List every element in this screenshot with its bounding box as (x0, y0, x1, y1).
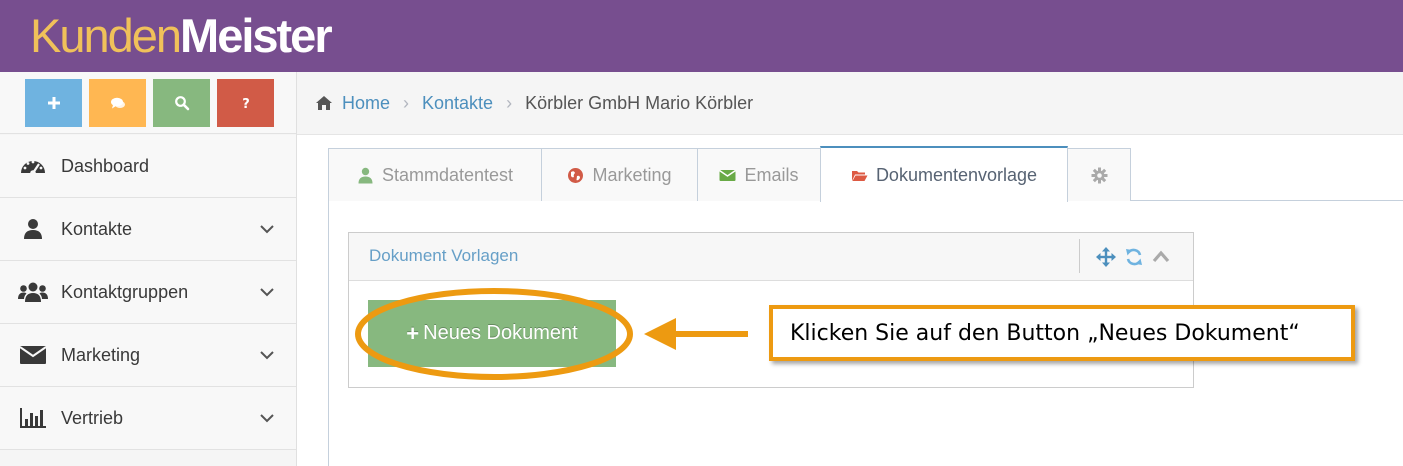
logo-part2: Meister (180, 9, 333, 62)
tab-label: Marketing (592, 164, 672, 185)
new-document-button[interactable]: + Neues Dokument (368, 300, 616, 367)
tab-emails[interactable]: Emails (697, 148, 821, 201)
user-icon (18, 217, 48, 241)
sidebar-item-vertrieb[interactable]: Vertrieb (0, 387, 296, 450)
gear-icon (1091, 167, 1107, 183)
tab-label: Emails (744, 164, 799, 185)
chevron-down-icon (260, 414, 274, 423)
sidebar-item-label: Kontaktgruppen (61, 281, 189, 302)
chevron-up-icon[interactable] (1151, 247, 1171, 267)
breadcrumb-contacts-link[interactable]: Kontakte (422, 93, 493, 114)
envelope-icon (719, 169, 737, 181)
tab-dokumentenvorlage[interactable]: Dokumentenvorlage (820, 146, 1068, 202)
widget-toolbar-divider (1079, 239, 1080, 273)
widget-title: Dokument Vorlagen (369, 246, 519, 265)
widget-header: Dokument Vorlagen (349, 233, 1193, 281)
breadcrumb-current: Körbler GmbH Mario Körbler (525, 92, 754, 113)
sidebar-item-kontakte[interactable]: Kontakte (0, 198, 296, 261)
tab-label: Dokumentenvorlage (875, 164, 1038, 185)
chevron-down-icon (260, 288, 274, 297)
shortcut-comments-button[interactable] (89, 79, 146, 127)
home-icon (316, 96, 332, 110)
sidebar-item-dashboard[interactable]: Dashboard (0, 135, 296, 198)
user-icon (358, 167, 373, 183)
shortcut-help-button[interactable]: ? (217, 79, 274, 127)
chevron-down-icon (260, 225, 274, 234)
search-icon (174, 96, 189, 111)
breadcrumb-separator: › (403, 92, 410, 113)
tab-marketing[interactable]: Marketing (541, 148, 698, 201)
breadcrumb: Home › Kontakte › Körbler GmbH Mario Kör… (297, 72, 1403, 135)
sidebar-item-marketing[interactable]: Marketing (0, 324, 296, 387)
tab-settings[interactable] (1067, 148, 1131, 201)
sidebar: ? Dashboard Kontakte Kontaktgruppen Mark… (0, 72, 297, 466)
sidebar-item-label: Kontakte (61, 218, 133, 239)
globe-icon (568, 167, 584, 183)
top-navbar: KundenMeister (0, 0, 1403, 72)
bar-chart-icon (18, 406, 48, 430)
question-icon: ? (242, 97, 250, 111)
plus-icon (47, 97, 60, 109)
shortcut-search-button[interactable] (153, 79, 210, 127)
chevron-down-icon (260, 351, 274, 360)
svg-text:?: ? (242, 97, 250, 111)
logo-part1: Kunden (30, 9, 182, 62)
plus-icon: + (406, 320, 420, 346)
app-logo[interactable]: KundenMeister (30, 6, 333, 66)
envelope-icon (18, 343, 48, 367)
sidebar-shortcuts: ? (0, 72, 296, 134)
refresh-icon[interactable] (1124, 247, 1144, 267)
shortcut-add-button[interactable] (25, 79, 82, 127)
folder-open-icon (851, 170, 868, 181)
sidebar-item-label: Marketing (61, 344, 141, 365)
breadcrumb-separator: › (506, 92, 513, 113)
tab-stammdatentest[interactable]: Stammdatentest (328, 148, 542, 201)
sidebar-item-label: Vertrieb (61, 407, 124, 428)
breadcrumb-home-link[interactable]: Home (342, 93, 390, 114)
sidebar-item-kontaktgruppen[interactable]: Kontaktgruppen (0, 261, 296, 324)
move-icon[interactable] (1096, 247, 1116, 267)
dashboard-icon (18, 154, 48, 178)
annotation-text: Klicken Sie auf den Button „Neues Dokume… (790, 320, 1300, 346)
users-icon (18, 280, 48, 304)
new-document-button-label: Neues Dokument (423, 322, 578, 344)
annotation-callout: Klicken Sie auf den Button „Neues Dokume… (769, 305, 1355, 361)
tab-label: Stammdatentest (381, 164, 514, 185)
comments-icon (110, 97, 125, 109)
sidebar-item-label: Dashboard (61, 155, 150, 176)
